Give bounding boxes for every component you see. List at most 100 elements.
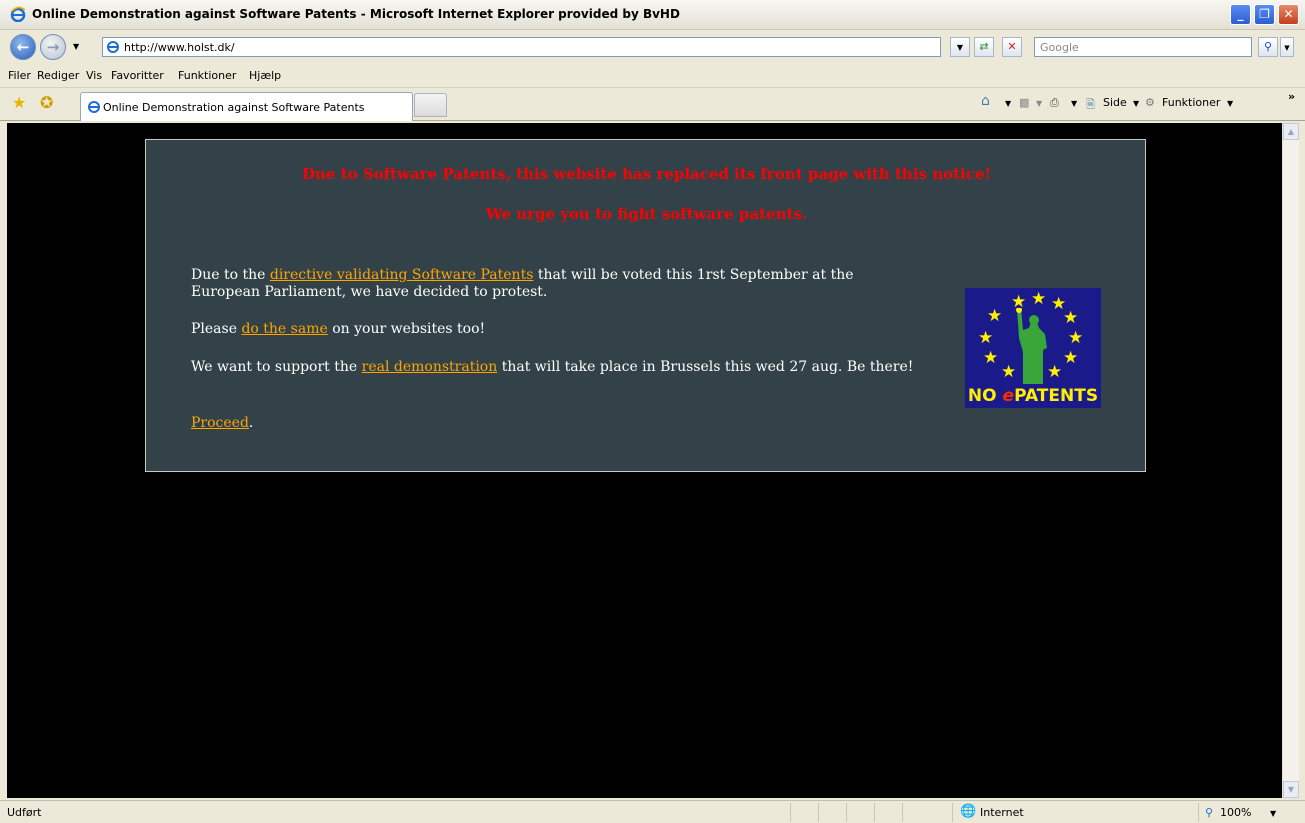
print-icon[interactable]: ⎙ — [1050, 96, 1059, 110]
page-icon — [107, 41, 119, 53]
menu-item-favoritter[interactable]: Favoritter — [111, 69, 164, 82]
chevron-down-icon[interactable]: ▼ — [1270, 809, 1276, 818]
search-placeholder: Google — [1040, 41, 1079, 54]
chevron-down-icon[interactable]: ▼ — [1071, 99, 1077, 108]
menu-item-hjaelp[interactable]: Hjælp — [249, 69, 281, 82]
menu-bar: Filer Rediger Vis Favoritter Funktioner … — [0, 64, 1305, 88]
address-field[interactable]: http://www.holst.dk/ — [102, 37, 941, 57]
logo-text-no: NO — [967, 386, 1003, 406]
back-arrow-icon: ← — [16, 38, 30, 56]
forward-button[interactable]: → — [40, 34, 66, 60]
paragraph-text: Due to the — [191, 267, 270, 283]
stop-button[interactable]: ✕ — [1002, 37, 1022, 57]
feeds-icon[interactable]: ▩ — [1019, 96, 1029, 109]
logo-star-icon: ★ — [1031, 289, 1047, 309]
vertical-scrollbar[interactable]: ▲ ▼ — [1282, 123, 1299, 798]
menu-item-funktioner[interactable]: Funktioner — [178, 69, 236, 82]
history-dropdown-icon[interactable]: ▼ — [73, 42, 79, 51]
real-demonstration-link[interactable]: real demonstration — [362, 359, 498, 375]
chevron-down-icon[interactable]: ▼ — [1227, 99, 1233, 108]
tools-menu-button[interactable]: Funktioner — [1162, 96, 1220, 109]
paragraph-directive: Due to the directive validating Software… — [191, 267, 854, 301]
search-icon: ⚲ — [1263, 40, 1273, 53]
favorites-star-icon[interactable]: ★ — [12, 95, 26, 111]
status-divider — [952, 803, 953, 822]
paragraph-text: European Parliament, we have decided to … — [191, 284, 548, 300]
logo-star-icon: ★ — [1063, 348, 1079, 368]
back-button[interactable]: ← — [10, 34, 36, 60]
page-content: Due to Software Patents, this website ha… — [7, 123, 1282, 798]
proceed-link[interactable]: Proceed — [191, 415, 249, 431]
logo-text-patents: PATENTS — [1014, 386, 1099, 406]
home-icon[interactable]: ⌂ — [981, 93, 990, 109]
liberty-statue-icon — [1016, 308, 1047, 384]
close-button[interactable]: ✕ — [1278, 4, 1299, 25]
notice-subheadline: We urge you to fight software patents. — [485, 205, 808, 223]
scroll-down-button[interactable]: ▼ — [1283, 781, 1299, 798]
page-menu-button[interactable]: Side — [1103, 96, 1127, 109]
menu-item-rediger[interactable]: Rediger — [37, 69, 79, 82]
chevron-down-icon[interactable]: ▼ — [1133, 99, 1139, 108]
search-input[interactable]: Google — [1034, 37, 1252, 57]
paragraph-do-the-same: Please do the same on your websites too! — [191, 321, 485, 338]
tab-page-icon — [88, 101, 100, 113]
gear-icon: ⚙ — [1145, 96, 1155, 109]
notice-box: Due to Software Patents, this website ha… — [145, 139, 1146, 472]
browser-window: Online Demonstration against Software Pa… — [0, 0, 1305, 823]
paragraph-proceed: Proceed. — [191, 415, 253, 432]
do-the-same-link[interactable]: do the same — [241, 321, 327, 337]
notice-headline: Due to Software Patents, this website ha… — [302, 165, 991, 183]
new-tab-button[interactable] — [414, 93, 447, 117]
status-bar: Udført 🌐 Internet ⚲ 100% ▼ — [0, 800, 1305, 823]
scroll-up-button[interactable]: ▲ — [1283, 123, 1299, 140]
paragraph-text: Please — [191, 321, 242, 337]
paragraph-text: . — [248, 415, 254, 431]
menu-item-vis[interactable]: Vis — [86, 69, 102, 82]
address-dropdown-button[interactable]: ▼ — [950, 37, 970, 57]
menu-item-filer[interactable]: Filer — [8, 69, 31, 82]
status-text: Udført — [7, 806, 42, 819]
page-menu-icon: 🗎 — [1086, 98, 1095, 111]
search-button[interactable]: ⚲ — [1258, 37, 1278, 57]
status-divider — [874, 803, 875, 822]
chevron-down-icon: ▼ — [1284, 44, 1290, 52]
zoom-level[interactable]: 100% — [1220, 806, 1251, 819]
tab-label: Online Demonstration against Software Pa… — [103, 101, 365, 114]
status-divider — [902, 803, 903, 822]
paragraph-text: that will take place in Brussels this we… — [497, 359, 914, 375]
forward-arrow-icon: → — [46, 38, 60, 56]
security-zone[interactable]: Internet — [980, 806, 1024, 819]
tab-active[interactable]: Online Demonstration against Software Pa… — [80, 92, 413, 121]
directive-link[interactable]: directive validating Software Patents — [270, 267, 534, 283]
logo-star-icon: ★ — [987, 306, 1003, 326]
minimize-button[interactable]: _ — [1230, 4, 1251, 25]
paragraph-text: that will be voted this 1rst September a… — [533, 267, 854, 283]
chevron-down-icon[interactable]: ▼ — [1005, 99, 1011, 108]
toolbar-overflow-button[interactable]: » — [1288, 90, 1295, 103]
url-text: http://www.holst.dk/ — [124, 41, 235, 54]
refresh-icon: ⇄ — [979, 40, 989, 53]
internet-explorer-icon — [10, 6, 26, 22]
refresh-button[interactable]: ⇄ — [974, 37, 994, 57]
status-divider — [818, 803, 819, 822]
logo-star-icon: ★ — [1063, 308, 1079, 328]
logo-star-icon: ★ — [1068, 328, 1084, 348]
logo-star-icon: ★ — [978, 328, 994, 348]
logo-text: NO ePATENTS — [965, 386, 1101, 406]
chevron-down-icon: ▼ — [956, 43, 964, 52]
tab-bar: ★ ✪ Online Demonstration against Softwar… — [0, 89, 1305, 121]
search-options-button[interactable]: ▼ — [1280, 37, 1294, 57]
add-favorite-icon[interactable]: ✪ — [40, 95, 53, 111]
window-title: Online Demonstration against Software Pa… — [32, 7, 680, 21]
restore-button[interactable]: ❐ — [1254, 4, 1275, 25]
zoom-icon: ⚲ — [1205, 806, 1214, 819]
title-bar: Online Demonstration against Software Pa… — [0, 0, 1305, 30]
paragraph-demonstration: We want to support the real demonstratio… — [191, 359, 913, 376]
address-toolbar: ← → ▼ http://www.holst.dk/ ▼ ⇄ ✕ Google … — [0, 31, 1305, 63]
paragraph-text: on your websites too! — [327, 321, 486, 337]
no-epatents-logo[interactable]: ★ ★ ★ ★ ★ ★ ★ ★ ★ ★ ★ ★ NO ePATENTS — [965, 288, 1101, 408]
status-divider — [846, 803, 847, 822]
logo-star-icon: ★ — [983, 348, 999, 368]
chevron-down-icon[interactable]: ▼ — [1036, 99, 1042, 108]
paragraph-text: We want to support the — [191, 359, 362, 375]
